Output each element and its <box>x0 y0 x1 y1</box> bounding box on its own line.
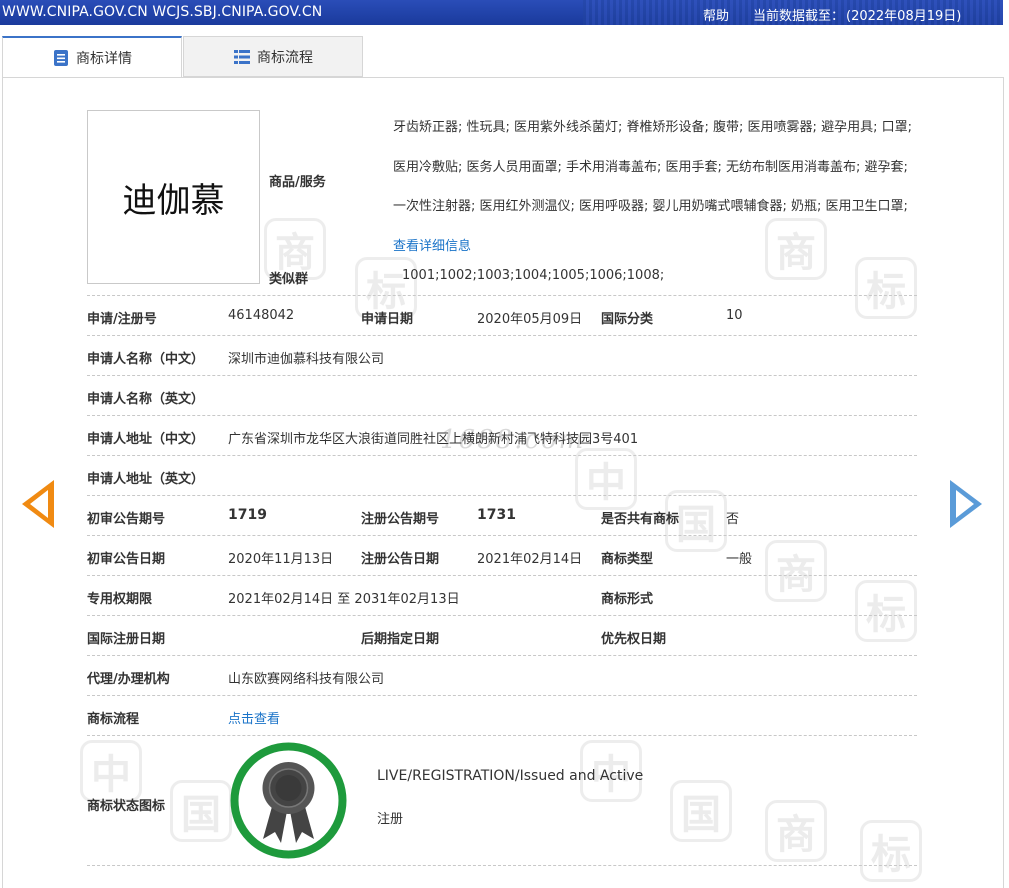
reg-date-value: 2021年02月14日 <box>477 552 583 567</box>
next-arrow-icon[interactable] <box>950 480 982 528</box>
view-flow-link[interactable]: 点击查看 <box>228 708 280 727</box>
row-divider <box>87 335 917 336</box>
shared-tm-label: 是否共有商标 <box>601 512 680 527</box>
intl-reg-date-label: 国际注册日期 <box>87 632 166 647</box>
prelim-date-label: 初审公告日期 <box>87 552 166 567</box>
status-icon-label: 商标状态图标 <box>87 799 166 814</box>
row-divider <box>87 455 917 456</box>
help-link[interactable]: 帮助 <box>703 5 729 24</box>
watermark-glyph: 标 <box>855 580 917 642</box>
later-date-label: 后期指定日期 <box>361 632 440 647</box>
exclusive-period-value: 2021年02月14日 至 2031年02月13日 <box>228 592 460 607</box>
exclusive-period-label: 专用权期限 <box>87 592 153 607</box>
tab-trademark-detail[interactable]: 商标详情 <box>2 36 182 78</box>
trademark-name: 迪伽慕 <box>122 180 225 221</box>
prelim-date-value: 2020年11月13日 <box>228 552 334 567</box>
goods-services-text: 牙齿矫正器; 性玩具; 医用紫外线杀菌灯; 脊椎矫形设备; 腹带; 医用喷雾器;… <box>393 120 912 214</box>
previous-arrow-icon[interactable] <box>22 480 54 528</box>
watermark-glyph: 商 <box>765 800 827 862</box>
reg-no-label: 申请/注册号 <box>87 312 157 327</box>
tm-type-label: 商标类型 <box>601 552 654 567</box>
intl-class-value: 10 <box>726 308 743 323</box>
registered-award-icon <box>230 742 347 859</box>
top-banner: WWW.CNIPA.GOV.CN WCJS.SBJ.CNIPA.GOV.CN 帮… <box>0 0 1003 25</box>
row-divider <box>87 375 917 376</box>
agent-value: 山东欧赛网络科技有限公司 <box>228 672 385 687</box>
row-divider <box>87 695 917 696</box>
row-divider <box>87 535 917 536</box>
data-as-of-date: (2022年08月19日) <box>846 9 962 24</box>
prelim-issue-value: 1719 <box>228 507 267 523</box>
tab-trademark-flow[interactable]: 商标流程 <box>183 36 363 77</box>
app-date-label: 申请日期 <box>361 312 414 327</box>
reg-issue-label: 注册公告期号 <box>361 512 440 527</box>
priority-date-label: 优先权日期 <box>601 632 667 647</box>
site-urls: WWW.CNIPA.GOV.CN WCJS.SBJ.CNIPA.GOV.CN <box>2 4 323 20</box>
applicant-cn-label: 申请人名称（中文） <box>87 352 205 367</box>
goods-services-list: 牙齿矫正器; 性玩具; 医用紫外线杀菌灯; 脊椎矫形设备; 腹带; 医用喷雾器;… <box>393 108 913 266</box>
data-as-of-label: 当前数据截至： <box>753 9 845 24</box>
row-divider <box>87 495 917 496</box>
reg-date-label: 注册公告日期 <box>361 552 440 567</box>
tm-type-value: 一般 <box>726 552 753 567</box>
prelim-issue-label: 初审公告期号 <box>87 512 166 527</box>
applicant-cn-value: 深圳市迪伽慕科技有限公司 <box>228 352 385 367</box>
watermark-glyph: 国 <box>670 780 732 842</box>
tab-label: 商标流程 <box>257 49 313 66</box>
app-date-value: 2020年05月09日 <box>477 312 583 327</box>
data-as-of: 当前数据截至： (2022年08月19日) <box>751 5 961 24</box>
trademark-image: 迪伽慕 <box>87 110 260 284</box>
watermark-glyph: 标 <box>860 820 922 882</box>
watermark-glyph: 中 <box>575 448 637 510</box>
watermark-glyph: 中 <box>80 740 142 802</box>
address-cn-label: 申请人地址（中文） <box>87 432 205 447</box>
address-cn-value: 广东省深圳市龙华区大浪街道同胜社区上横朗新村浦飞特科技园3号401 <box>228 432 639 447</box>
tab-label: 商标详情 <box>76 51 132 67</box>
tm-form-label: 商标形式 <box>601 592 654 607</box>
status-cn: 注册 <box>377 812 404 827</box>
address-en-label: 申请人地址（英文） <box>87 472 205 487</box>
list-icon <box>234 49 250 64</box>
applicant-en-label: 申请人名称（英文） <box>87 392 205 407</box>
row-divider <box>87 615 917 616</box>
watermark-glyph: 商 <box>765 540 827 602</box>
row-divider <box>87 865 917 866</box>
goods-services-label: 商品/服务 <box>269 175 326 190</box>
row-divider <box>87 295 917 296</box>
tm-flow-label: 商标流程 <box>87 712 140 727</box>
similar-group-value: 1001;1002;1003;1004;1005;1006;1008; <box>402 268 665 283</box>
row-divider <box>87 735 917 736</box>
row-divider <box>87 575 917 576</box>
row-divider <box>87 415 917 416</box>
reg-issue-value: 1731 <box>477 507 516 523</box>
view-details-link[interactable]: 查看详细信息 <box>393 239 471 254</box>
similar-group-label: 类似群 <box>269 272 309 287</box>
watermark-glyph: 国 <box>170 780 232 842</box>
row-divider <box>87 655 917 656</box>
status-en: LIVE/REGISTRATION/Issued and Active <box>377 768 644 784</box>
shared-tm-value: 否 <box>726 512 740 527</box>
intl-class-label: 国际分类 <box>601 312 654 327</box>
reg-no-value: 46148042 <box>228 308 295 323</box>
agent-label: 代理/办理机构 <box>87 672 170 687</box>
watermark-glyph: 标 <box>855 257 917 319</box>
document-list-icon <box>54 50 68 66</box>
